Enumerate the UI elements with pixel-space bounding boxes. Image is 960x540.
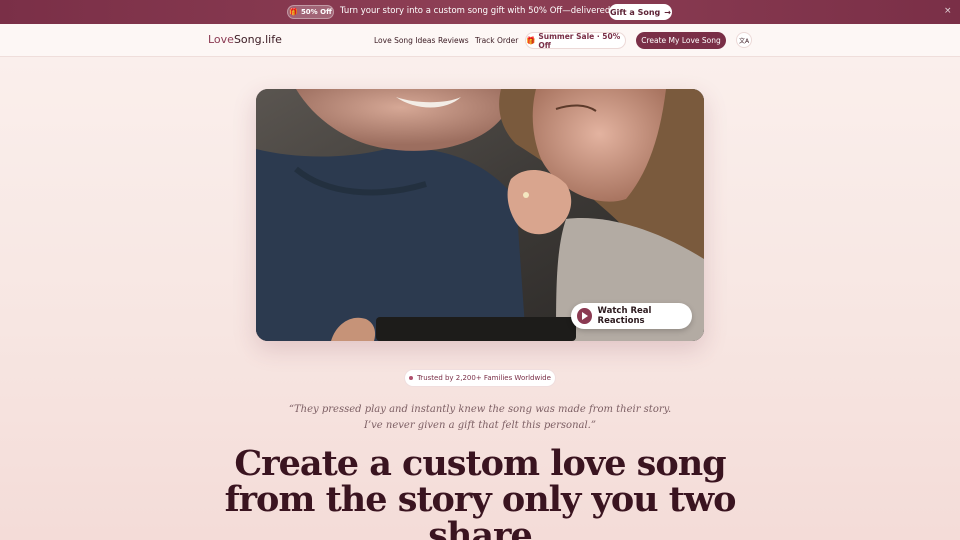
hero-video[interactable]: Watch Real Reactions: [256, 89, 704, 341]
gift-a-song-label: Gift a Song: [610, 7, 661, 17]
gift-icon: 🎁: [526, 36, 536, 45]
logo[interactable]: LoveSong.life: [208, 33, 282, 46]
nav-track-order[interactable]: Track Order: [475, 36, 518, 45]
promo-bar: 🎁 50% Off Turn your story into a custom …: [0, 0, 960, 24]
gift-a-song-button[interactable]: Gift a Song →: [609, 4, 672, 20]
testimonial-quote: “They pressed play and instantly knew th…: [288, 404, 672, 431]
language-button[interactable]: 文A: [736, 32, 752, 48]
arrow-right-icon: →: [664, 7, 671, 17]
watch-real-reactions-label: Watch Real Reactions: [597, 306, 652, 326]
promo-badge: 🎁 50% Off: [287, 5, 334, 19]
gift-icon: 🎁: [289, 8, 298, 16]
logo-accent: Love: [208, 33, 234, 46]
nav-love-song-ideas[interactable]: Love Song Ideas: [374, 36, 435, 45]
trust-badge: Trusted by 2,200+ Families Worldwide: [404, 369, 556, 387]
play-icon: [577, 308, 592, 324]
create-my-love-song-button[interactable]: Create My Love Song: [636, 32, 726, 49]
promo-text: Turn your story into a custom song gift …: [340, 6, 655, 16]
promo-badge-label: 50% Off: [300, 8, 332, 16]
close-icon[interactable]: ×: [944, 6, 952, 16]
trust-badge-label: Trusted by 2,200+ Families Worldwide: [417, 374, 551, 382]
summer-sale-button[interactable]: 🎁 Summer Sale · 50% Off: [525, 31, 626, 50]
translate-icon: 文A: [738, 37, 750, 45]
logo-rest: Song.life: [233, 33, 282, 46]
site-header: LoveSong.life Love Song Ideas Reviews Tr…: [0, 24, 960, 57]
watch-real-reactions-button[interactable]: Watch Real Reactions: [571, 303, 692, 329]
dot-icon: [409, 376, 414, 380]
hero-headline: Create a custom love song from the story…: [224, 443, 737, 540]
nav-reviews[interactable]: Reviews: [438, 36, 469, 45]
summer-sale-label: Summer Sale · 50% Off: [538, 31, 621, 50]
